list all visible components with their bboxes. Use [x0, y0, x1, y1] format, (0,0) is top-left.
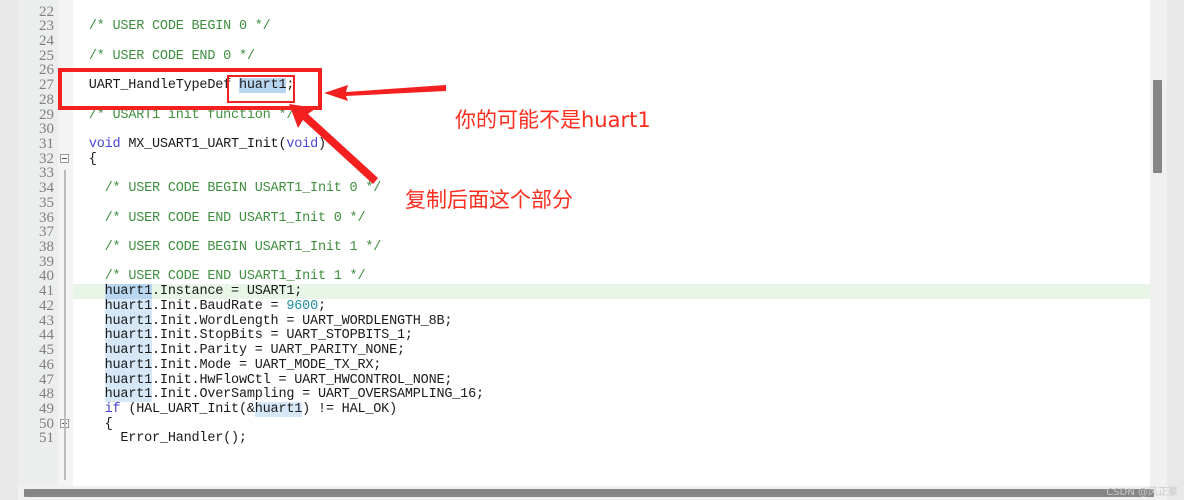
csdn-watermark: CSDN @风正豪 — [1106, 487, 1178, 498]
vertical-scrollbar-thumb[interactable] — [1153, 80, 1162, 173]
code-line[interactable]: huart1.Init.WordLength = UART_WORDLENGTH… — [73, 313, 452, 329]
code-line[interactable]: /* USER CODE BEGIN USART1_Init 0 */ — [73, 181, 382, 196]
code-line[interactable]: { — [73, 152, 97, 167]
line-number: 34 — [39, 180, 54, 197]
line-number: 49 — [39, 400, 54, 417]
line-number: 41 — [39, 283, 54, 300]
line-number: 28 — [39, 91, 54, 108]
code-line[interactable]: Error_Handler(); — [73, 431, 247, 446]
code-editor-screenshot: 22 23 24 25 26 27 28 29 30 31 32 33 34 35 36 37 38 39 40 41… — [0, 0, 1184, 500]
code-line[interactable]: huart1.Init.Parity = UART_PARITY_NONE; — [73, 343, 405, 359]
line-number: 23 — [39, 18, 54, 35]
line-number: 31 — [39, 135, 54, 152]
line-number-gutter: 22 23 24 25 26 27 28 29 30 31 32 33 34 35 36 37 38 39 40 41… — [18, 0, 58, 486]
code-editor-pane[interactable]: 22 23 24 25 26 27 28 29 30 31 32 33 34 35 36 37 38 39 40 41… — [18, 0, 1167, 486]
line-number: 46 — [39, 356, 54, 373]
code-line[interactable]: huart1.Init.HwFlowCtl = UART_HWCONTROL_N… — [73, 372, 452, 388]
horizontal-scrollbar[interactable] — [18, 486, 1167, 500]
code-line[interactable]: { — [73, 417, 113, 432]
code-line[interactable]: /* USART1 init function */ — [73, 108, 295, 123]
code-line[interactable]: huart1.Instance = USART1; — [73, 284, 302, 300]
line-number: 27 — [39, 77, 54, 94]
code-line[interactable]: huart1.Init.Mode = UART_MODE_TX_RX; — [73, 357, 381, 373]
code-line[interactable]: /* USER CODE END USART1_Init 1 */ — [73, 269, 366, 284]
code-line[interactable]: if (HAL_UART_Init(&huart1) != HAL_OK) — [73, 401, 397, 417]
line-number: 42 — [39, 297, 54, 314]
code-line[interactable]: huart1.Init.OverSampling = UART_OVERSAMP… — [73, 387, 484, 403]
code-line[interactable]: /* USER CODE END 0 */ — [73, 49, 255, 64]
code-line[interactable]: /* USER CODE BEGIN USART1_Init 1 */ — [73, 240, 382, 255]
line-number: 30 — [39, 121, 54, 138]
fold-guide-line — [64, 170, 66, 480]
line-number: 45 — [39, 342, 54, 359]
code-fold-toggle[interactable] — [60, 153, 69, 163]
line-number: 51 — [39, 430, 54, 447]
vertical-scrollbar[interactable] — [1150, 0, 1167, 486]
line-number: 38 — [39, 239, 54, 256]
code-line[interactable]: UART_HandleTypeDef huart1; — [73, 78, 294, 94]
code-line[interactable]: /* USER CODE BEGIN 0 */ — [73, 19, 271, 34]
horizontal-scrollbar-thumb[interactable] — [24, 489, 1154, 497]
code-line[interactable]: void MX_USART1_UART_Init(void) — [73, 137, 326, 152]
line-number: 48 — [39, 386, 54, 403]
code-text-area[interactable]: /* USER CODE BEGIN 0 */ /* USER CODE END… — [73, 0, 1167, 486]
code-line[interactable]: huart1.Init.StopBits = UART_STOPBITS_1; — [73, 328, 413, 344]
code-line[interactable]: huart1.Init.BaudRate = 9600; — [73, 298, 326, 314]
line-number: 24 — [39, 32, 54, 49]
code-line[interactable]: /* USER CODE END USART1_Init 0 */ — [73, 211, 366, 226]
line-number: 35 — [39, 194, 54, 211]
